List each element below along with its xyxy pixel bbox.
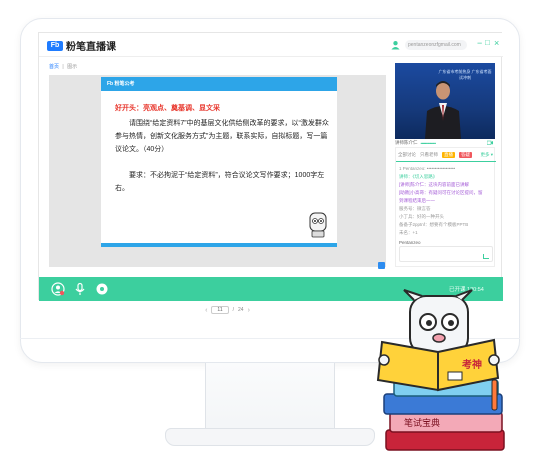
settings-icon[interactable] [95, 282, 109, 296]
chat-message: 服务号：微言答 [399, 206, 431, 211]
breadcrumb: 首页 | 图示 [49, 63, 77, 70]
tab-underline [396, 161, 496, 162]
teacher-figure [425, 81, 461, 139]
qa-badge[interactable]: 答疑 [459, 152, 472, 158]
teacher-name: 讲师陈介仁 [395, 140, 418, 145]
teacher-info: 讲师陈介仁 •••••••••••••• [395, 140, 495, 146]
current-page[interactable]: 11 [211, 306, 229, 314]
discussion-panel: 全部讨论 只看老师 直播 答疑 更多 ▾ 1 Pentanzeo: ••••••… [395, 147, 496, 267]
app-title: 粉笔直播课 [66, 42, 116, 53]
camera-icon[interactable] [487, 140, 493, 145]
live-class-window: Fb 粉笔直播课 pentanzeonzfgmail.com − □ × 首页 … [38, 32, 503, 314]
breadcrumb-home[interactable]: 首页 [49, 64, 59, 70]
tab-all-discussion[interactable]: 全部讨论 [398, 152, 416, 158]
more-dropdown[interactable]: 更多 ▾ [480, 152, 493, 158]
user-email[interactable]: pentanzeonzfgmail.com [405, 40, 467, 50]
mascot-with-books-icon: 笔试宝典 考神 [376, 289, 505, 451]
fullscreen-icon[interactable] [378, 262, 385, 269]
mascot-sticker-icon [309, 212, 327, 238]
user-icon[interactable] [391, 40, 400, 50]
teacher-video[interactable]: 广东省市考前热身 广东省考面试冲刺 [395, 63, 495, 139]
close-icon[interactable]: × [494, 38, 499, 48]
tab-teacher-only[interactable]: 只看老师 [420, 152, 438, 158]
prev-page-button[interactable]: ‹ [205, 307, 207, 314]
send-icon[interactable] [483, 254, 489, 259]
chat-message: 备备子2pptnf：想要有个模板PPTB [399, 222, 469, 227]
book-spine-text: 笔试宝典 [404, 417, 440, 429]
chat-message: 到课程结束后一一 [399, 198, 435, 203]
slide-title: 好开头：亮观点、奠基调、显文采 [115, 105, 220, 112]
slide-paragraph: 请围绕“给定资料7”中的基层文化供给侧改革的要求，以“激发群众参与热情，创新文化… [115, 120, 329, 153]
teacher-status: •••••••••••••• [420, 140, 437, 146]
hand-raise-icon[interactable] [51, 282, 65, 296]
chat-message: 未名：+1 [399, 230, 418, 235]
total-pages: 24 [238, 307, 244, 313]
slide-pager: ‹ 11 / 24 › [59, 303, 396, 317]
slide-header: Fb 粉笔公考 [101, 77, 337, 91]
monitor-base [165, 428, 375, 446]
page-separator: / [232, 307, 235, 313]
breadcrumb-current: 图示 [67, 64, 78, 70]
monitor-stand [205, 363, 335, 435]
chat-message: [助教]小高哥：有疑问可在讨论区提问，留 [399, 190, 483, 195]
breadcrumb-separator: | [62, 64, 64, 70]
maximize-icon[interactable]: □ [485, 38, 490, 47]
courseware-slide: Fb 粉笔公考 好开头：亮观点、奠基调、显文采 请围绕“给定资料7”中的基层文化… [101, 77, 337, 247]
chat-message: 1 Pentanzeo: •••••••••••••••••• [399, 166, 456, 171]
chat-message: 小丁兵：好的一种开头 [399, 214, 444, 219]
app-logo: Fb 粉笔直播课 [47, 38, 116, 53]
chat-message: 讲师：《切入思路》 [399, 174, 438, 179]
chat-message: [讲师]陈介仁：这块内容前面已讲解 [399, 182, 469, 187]
live-badge[interactable]: 直播 [442, 152, 455, 158]
stage: Fb 粉笔直播课 pentanzeonzfgmail.com − □ × 首页 … [0, 0, 540, 454]
chat-input[interactable] [399, 246, 493, 262]
slide-paragraph: 要求：不必拘泥于“给定资料”，符合议论文写作要求；1000字左右。 [115, 172, 325, 192]
next-page-button[interactable]: › [248, 307, 250, 314]
input-user-label: Pentanzeo [399, 240, 421, 245]
courseware-area: Fb 粉笔公考 好开头：亮观点、奠基调、显文采 请围绕“给定资料7”中的基层文化… [49, 75, 386, 314]
logo-mark: Fb [47, 40, 63, 51]
book-cover-text: 考神 [462, 358, 482, 371]
titlebar: Fb 粉笔直播课 pentanzeonzfgmail.com − □ × [39, 33, 503, 57]
minimize-icon[interactable]: − [477, 38, 482, 48]
discussion-tabs: 全部讨论 只看老师 直播 答疑 更多 ▾ [396, 150, 496, 160]
microphone-icon[interactable] [73, 282, 87, 296]
